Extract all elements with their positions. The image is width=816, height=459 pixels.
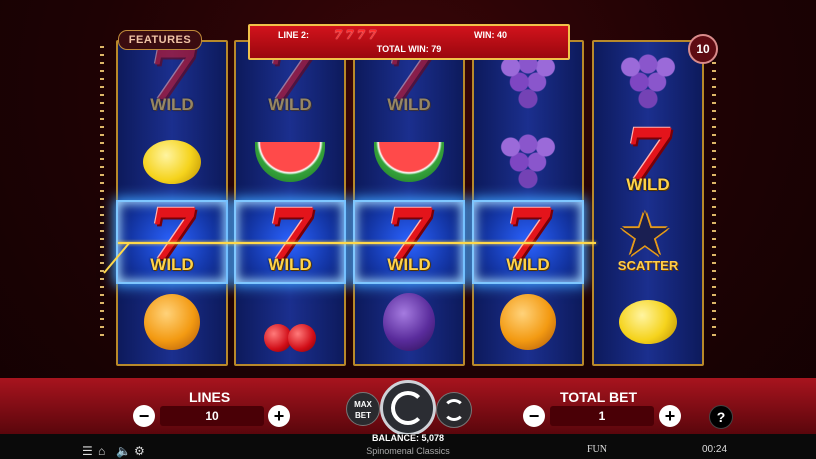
scatter-symbol: ★ SCATTER <box>606 201 690 277</box>
bet-plus-button[interactable]: + <box>659 405 681 427</box>
reel-cell <box>355 122 463 202</box>
wild-label: WILD <box>150 255 194 274</box>
autoplay-icon <box>443 399 465 421</box>
wild-label: WILD <box>268 95 312 114</box>
lines-counter-badge: 10 <box>688 34 718 64</box>
balance-text: BALANCE: 5,078 <box>371 433 445 443</box>
bet-minus-button[interactable]: − <box>523 405 545 427</box>
clock: 00:24 <box>702 444 728 455</box>
reel-cell <box>355 282 463 362</box>
grapes-symbol <box>619 52 677 112</box>
line-label: LINE 2: <box>278 30 310 40</box>
reel-cell <box>594 42 702 122</box>
star-icon: ★ <box>618 201 672 268</box>
wild-label: WILD <box>626 175 670 194</box>
win-banner: LINE 2: 7777 WIN: 40 TOTAL WIN: 79 <box>248 24 570 60</box>
left-light-strip <box>100 46 104 336</box>
reel-1: 7 WILD 7 WILD <box>116 33 228 366</box>
scatter-label: SCATTER <box>617 258 679 273</box>
wild-label: WILD <box>387 255 431 274</box>
reel-cell: 7 WILD <box>594 113 702 202</box>
reel-cell <box>236 122 344 202</box>
mini-seven-icon: 7 <box>334 28 343 42</box>
line-symbols: 7777 <box>334 28 379 42</box>
features-button[interactable]: FEATURES <box>118 30 202 50</box>
win-amount: WIN: 40 <box>474 30 508 40</box>
reel-cell <box>474 122 582 202</box>
reel-cell <box>594 282 702 362</box>
reel-3: 7 WILD 7 WILD <box>353 33 465 366</box>
grapes-symbol <box>499 132 557 192</box>
spin-button[interactable] <box>380 380 436 436</box>
orange-symbol <box>144 294 200 350</box>
mini-seven-icon: 7 <box>368 28 377 42</box>
reel-cell <box>236 282 344 362</box>
lemon-symbol <box>619 300 677 344</box>
wild-label: WILD <box>506 255 550 274</box>
max-bet-label-1: MAX <box>354 400 372 409</box>
seven-wild-symbol: 7 WILD <box>132 33 212 117</box>
reel-cell: ★ SCATTER <box>594 202 702 282</box>
melon-symbol <box>255 142 325 182</box>
total-bet-value: 1 <box>550 406 654 426</box>
lines-value: 10 <box>160 406 264 426</box>
plum-symbol <box>383 293 435 351</box>
cherry-symbol <box>260 292 320 352</box>
lines-title: LINES <box>189 389 231 405</box>
payline <box>118 242 596 244</box>
seven-wild-symbol: 7 WILD <box>608 113 688 197</box>
total-win: TOTAL WIN: 79 <box>376 44 442 54</box>
wild-label: WILD <box>387 95 431 114</box>
reel-cell: 7 WILD <box>118 33 226 122</box>
max-bet-label-2: BET <box>355 411 371 420</box>
right-light-strip <box>712 46 716 336</box>
reel-cell <box>118 122 226 202</box>
max-bet-button[interactable]: MAX BET <box>346 392 380 426</box>
reel-2: 7 WILD 7 WILD <box>234 33 346 366</box>
lemon-symbol <box>143 140 201 184</box>
provider-logo: Spinomenal Classics <box>366 446 450 456</box>
reel-cell <box>118 282 226 362</box>
lines-minus-button[interactable]: − <box>133 405 155 427</box>
total-bet-title: TOTAL BET <box>560 389 637 405</box>
wild-label: WILD <box>150 95 194 114</box>
reel-5: 7 WILD ★ SCATTER <box>592 40 704 366</box>
reel-cell <box>474 282 582 362</box>
mini-seven-icon: 7 <box>345 28 354 42</box>
help-button[interactable]: ? <box>709 405 733 429</box>
grapes-symbol <box>499 52 557 112</box>
reel-4: 7 WILD <box>472 40 584 366</box>
spin-icon <box>391 391 425 425</box>
lines-plus-button[interactable]: + <box>268 405 290 427</box>
mode-label: FUN <box>587 444 608 455</box>
mini-seven-icon: 7 <box>356 28 366 42</box>
melon-symbol <box>374 142 444 182</box>
autoplay-button[interactable] <box>436 392 472 428</box>
orange-symbol <box>500 294 556 350</box>
wild-label: WILD <box>268 255 312 274</box>
